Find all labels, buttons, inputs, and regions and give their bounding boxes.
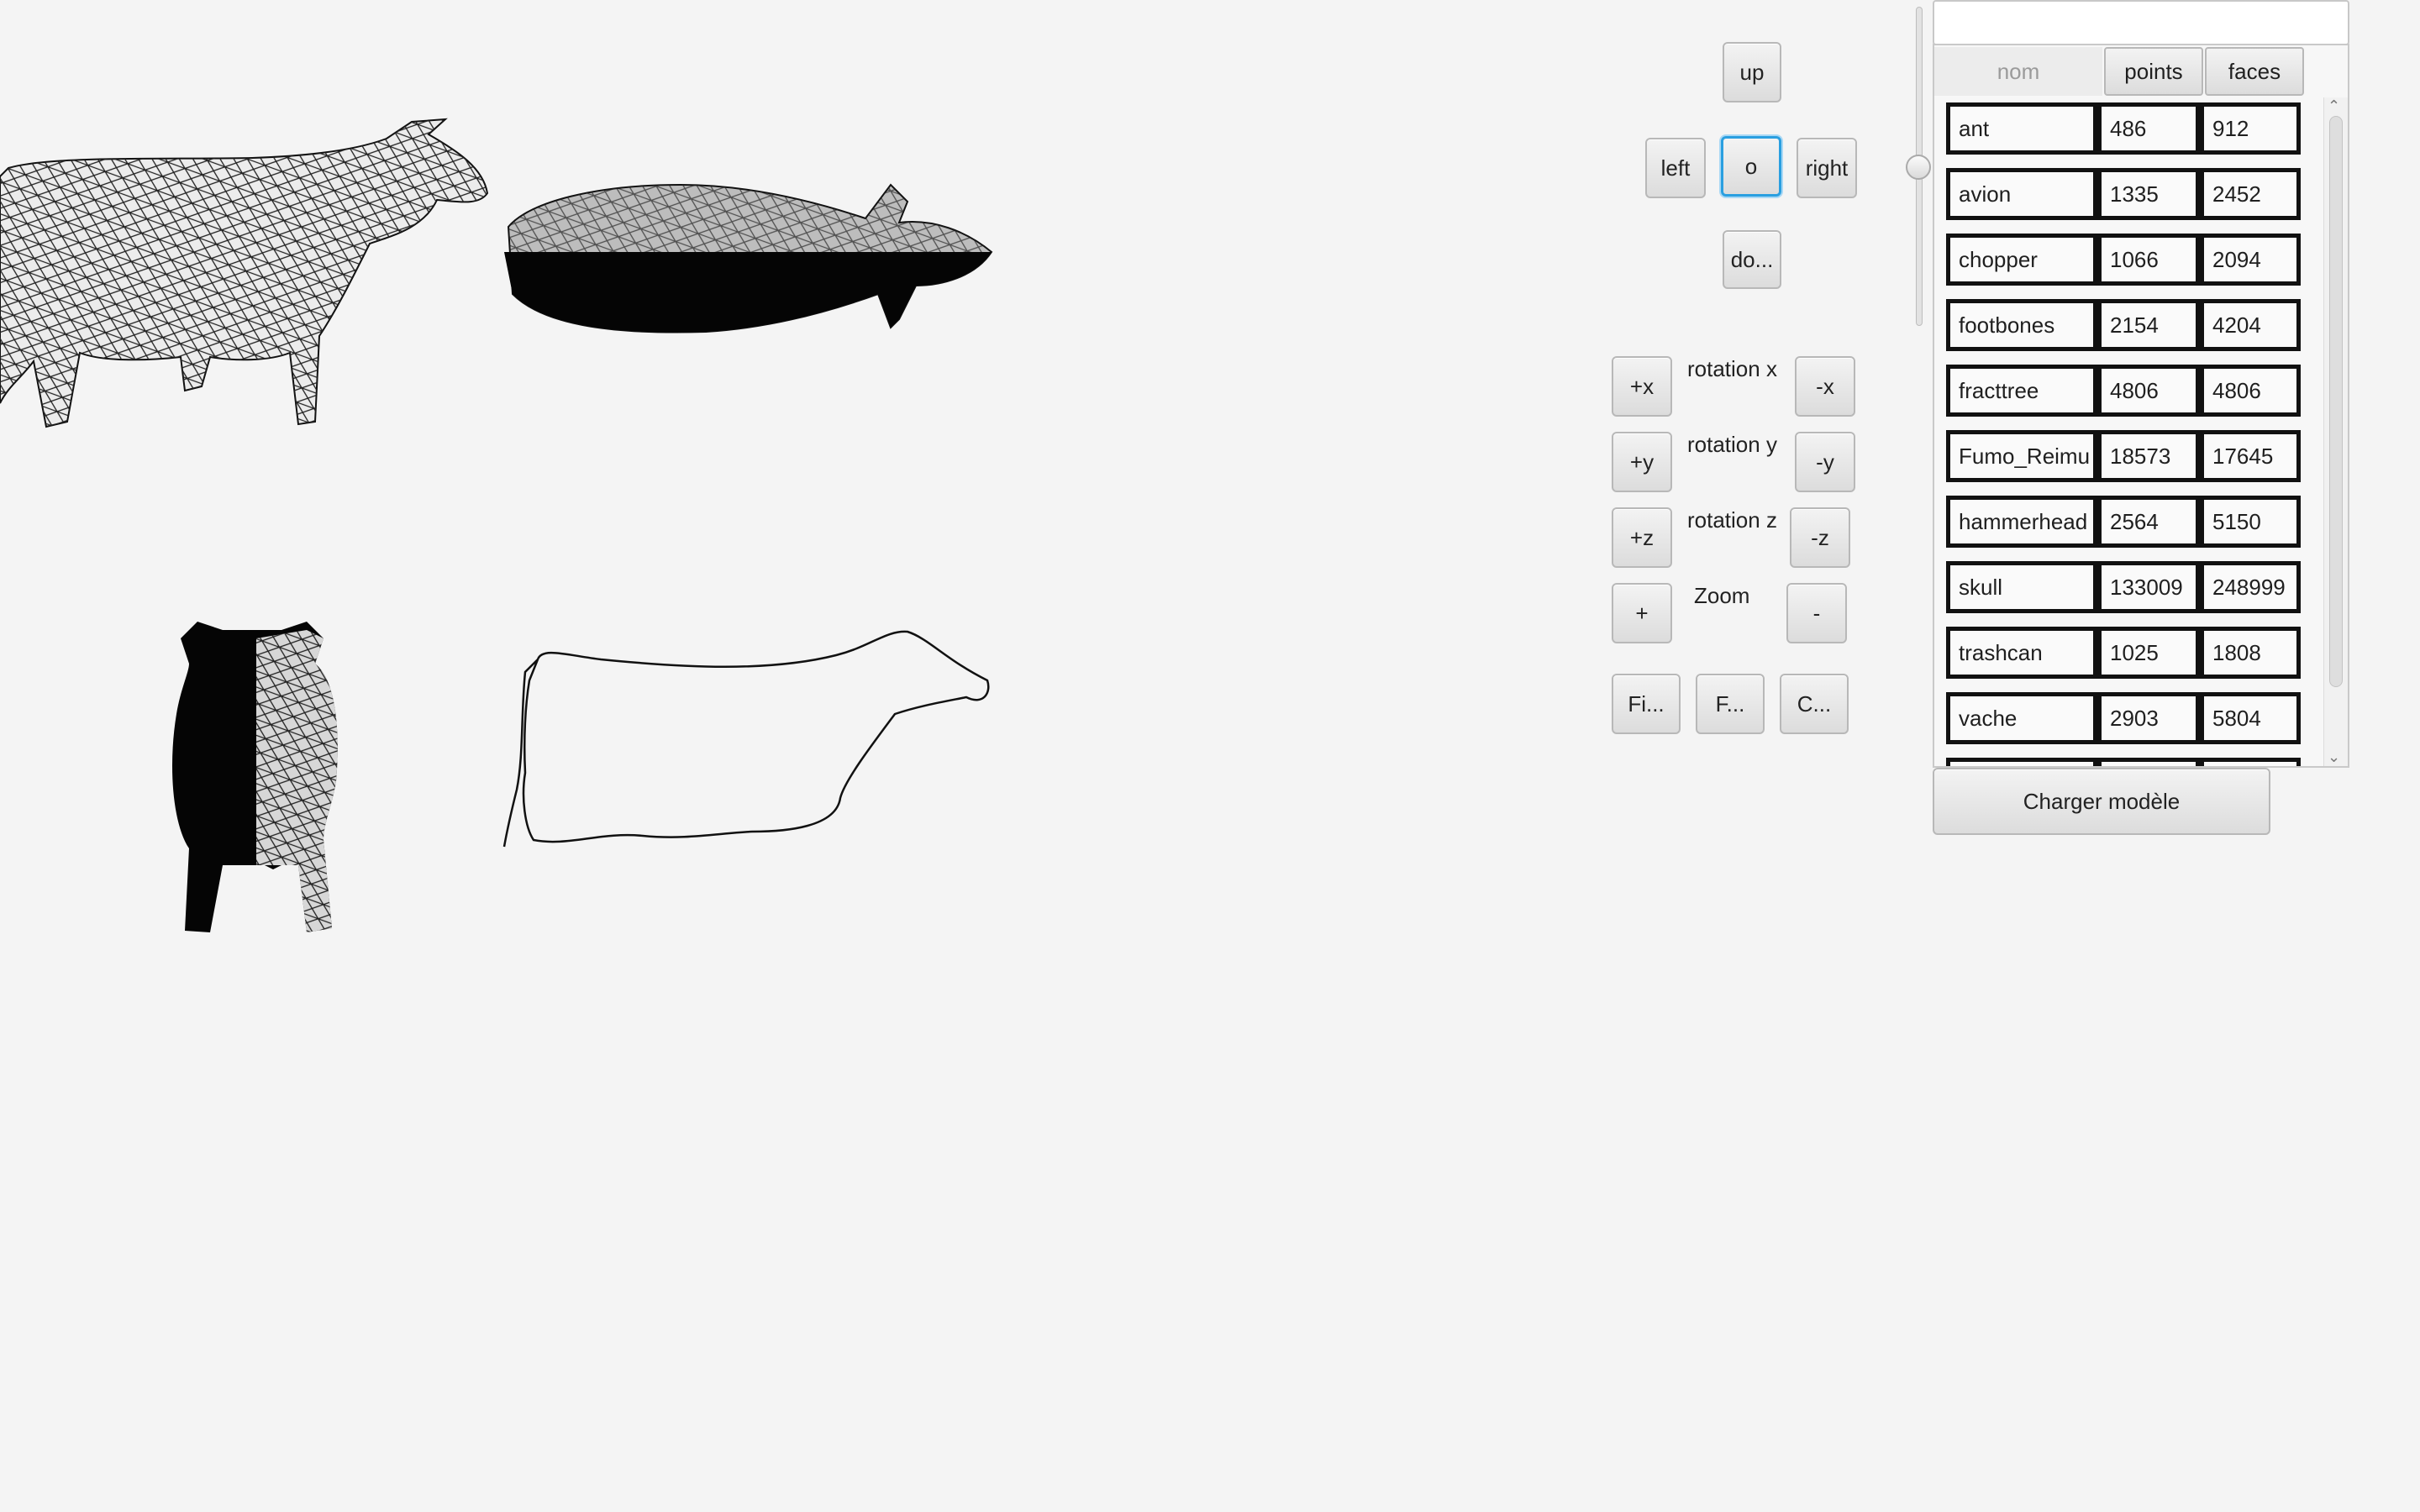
table-header: nom points faces (1934, 45, 2348, 97)
cell-name: avion (1946, 168, 2097, 220)
cell-points: 2154 (2097, 299, 2200, 351)
rotation-x-label: rotation x (1687, 356, 1777, 381)
cell-points: 1025 (2097, 627, 2200, 679)
down-button[interactable]: do... (1723, 230, 1781, 289)
cow-top-shaded-view (504, 183, 993, 333)
zoom-in-button[interactable]: + (1612, 583, 1672, 643)
cell-name: footbones (1946, 299, 2097, 351)
cell-name: hammerhead (1946, 496, 2097, 548)
cell-name: skull (1946, 561, 2097, 613)
c-button[interactable]: C... (1780, 674, 1849, 734)
cell-faces: 248999 (2200, 561, 2301, 613)
up-button[interactable]: up (1723, 42, 1781, 102)
cell-faces: 4204 (2200, 299, 2301, 351)
cell-points: 1066 (2097, 234, 2200, 286)
right-button[interactable]: right (1797, 138, 1857, 198)
rotation-z-label: rotation z (1687, 507, 1777, 533)
cell-points: 2903 (2097, 692, 2200, 744)
cell-faces: 1808 (2200, 627, 2301, 679)
cell-points: 18573 (2097, 430, 2200, 482)
cell-faces: 5150 (2200, 496, 2301, 548)
vertical-slider-thumb[interactable] (1906, 155, 1931, 180)
cell-faces: 4806 (2200, 365, 2301, 417)
zoom-label: Zoom (1694, 583, 1750, 608)
cell-faces: 2452 (2200, 168, 2301, 220)
cow-front-shaded-view (172, 622, 338, 932)
cell-faces: 2094 (2200, 234, 2301, 286)
cell-points (2097, 758, 2200, 766)
cell-points: 2564 (2097, 496, 2200, 548)
cow-side-wireframe-view (0, 118, 489, 428)
rotate-plus-y-button[interactable]: +y (1612, 432, 1672, 492)
cell-name (1946, 758, 2097, 766)
scroll-up-icon[interactable]: ⌃ (2328, 97, 2340, 115)
cell-points: 486 (2097, 102, 2200, 155)
center-button[interactable]: o (1721, 136, 1781, 197)
column-header-faces[interactable]: faces (2205, 47, 2304, 96)
rotate-plus-x-button[interactable]: +x (1612, 356, 1672, 417)
cell-faces: 912 (2200, 102, 2301, 155)
cell-points: 133009 (2097, 561, 2200, 613)
rotate-minus-x-button[interactable]: -x (1795, 356, 1855, 417)
left-button[interactable]: left (1645, 138, 1706, 198)
cow-outline-view (502, 630, 990, 848)
rotation-y-label: rotation y (1687, 432, 1777, 457)
cell-name: trashcan (1946, 627, 2097, 679)
model-table: nom points faces ant 486 912 avion 1335 … (1933, 44, 2349, 768)
cell-name: chopper (1946, 234, 2097, 286)
rotate-minus-z-button[interactable]: -z (1790, 507, 1850, 568)
scroll-down-icon[interactable]: ⌄ (2328, 748, 2340, 766)
cell-name: vache (1946, 692, 2097, 744)
rotate-minus-y-button[interactable]: -y (1795, 432, 1855, 492)
f-button[interactable]: F... (1696, 674, 1765, 734)
cell-faces (2200, 758, 2301, 766)
column-header-nom[interactable]: nom (1934, 47, 2102, 96)
fi-button[interactable]: Fi... (1612, 674, 1681, 734)
scrollbar-thumb[interactable] (2329, 116, 2343, 687)
cell-points: 4806 (2097, 365, 2200, 417)
search-input[interactable] (1933, 0, 2349, 45)
zoom-out-button[interactable]: - (1786, 583, 1847, 643)
load-model-button[interactable]: Charger modèle (1933, 768, 2270, 835)
rotate-plus-z-button[interactable]: +z (1612, 507, 1672, 568)
cell-name: fracttree (1946, 365, 2097, 417)
cell-faces: 17645 (2200, 430, 2301, 482)
cell-name: Fumo_Reimu (1946, 430, 2097, 482)
cell-faces: 5804 (2200, 692, 2301, 744)
cell-points: 1335 (2097, 168, 2200, 220)
cell-name: ant (1946, 102, 2097, 155)
table-scrollbar[interactable]: ⌃ ⌄ (2323, 97, 2348, 766)
column-header-points[interactable]: points (2104, 47, 2203, 96)
